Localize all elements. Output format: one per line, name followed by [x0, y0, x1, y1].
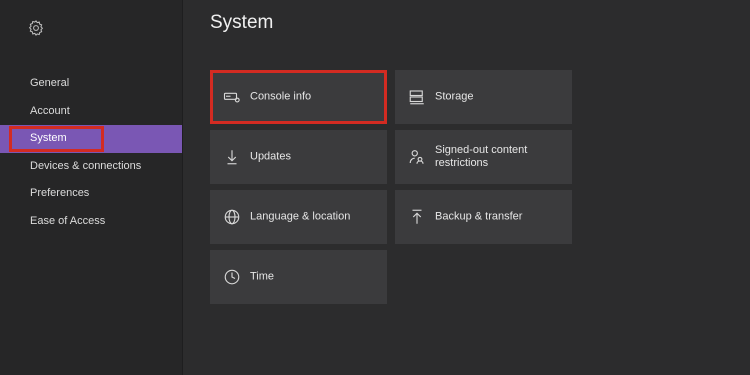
tile-time[interactable]: Time: [210, 250, 387, 304]
sidebar-item-ease-of-access[interactable]: Ease of Access: [0, 208, 182, 236]
clock-icon: [223, 268, 241, 286]
settings-nav: General Account System Devices & connect…: [0, 70, 182, 235]
settings-screen: General Account System Devices & connect…: [0, 0, 750, 375]
storage-icon: [408, 88, 426, 106]
gear-icon: [27, 19, 45, 37]
tile-label: Updates: [250, 150, 291, 163]
tile-label: Signed-out content restrictions: [435, 144, 528, 169]
sidebar-item-general[interactable]: General: [0, 70, 182, 98]
tile-console-info[interactable]: Console info: [210, 70, 387, 124]
tile-label: Console info: [250, 90, 312, 103]
sidebar-item-system[interactable]: System: [0, 125, 182, 153]
tile-label: Storage: [435, 90, 474, 103]
users-lock-icon: [408, 148, 426, 166]
tile-label: Language & location: [250, 210, 351, 223]
tile-updates[interactable]: Updates: [210, 130, 387, 184]
settings-sidebar: General Account System Devices & connect…: [0, 0, 183, 375]
sidebar-item-account[interactable]: Account: [0, 98, 182, 126]
sidebar-item-label: Devices & connections: [30, 159, 142, 172]
page-title: System: [210, 12, 274, 33]
sidebar-item-preferences[interactable]: Preferences: [0, 180, 182, 208]
tile-storage[interactable]: Storage: [395, 70, 572, 124]
download-arrow-icon: [223, 148, 241, 166]
tile-label: Backup & transfer: [435, 210, 523, 223]
tile-label: Time: [250, 270, 275, 283]
tile-backup-transfer[interactable]: Backup & transfer: [395, 190, 572, 244]
tile-language-location[interactable]: Language & location: [210, 190, 387, 244]
upload-arrow-icon: [408, 208, 426, 226]
sidebar-item-label: System: [30, 132, 67, 144]
sidebar-item-label: General: [30, 77, 70, 89]
sidebar-item-label: Preferences: [30, 187, 90, 199]
sidebar-item-label: Account: [30, 104, 70, 117]
globe-icon: [223, 208, 241, 226]
sidebar-item-label: Ease of Access: [30, 214, 106, 227]
console-icon: [223, 88, 241, 106]
tile-signed-out-content-restrictions[interactable]: Signed-out content restrictions: [395, 130, 572, 184]
sidebar-item-devices-connections[interactable]: Devices & connections: [0, 153, 182, 181]
